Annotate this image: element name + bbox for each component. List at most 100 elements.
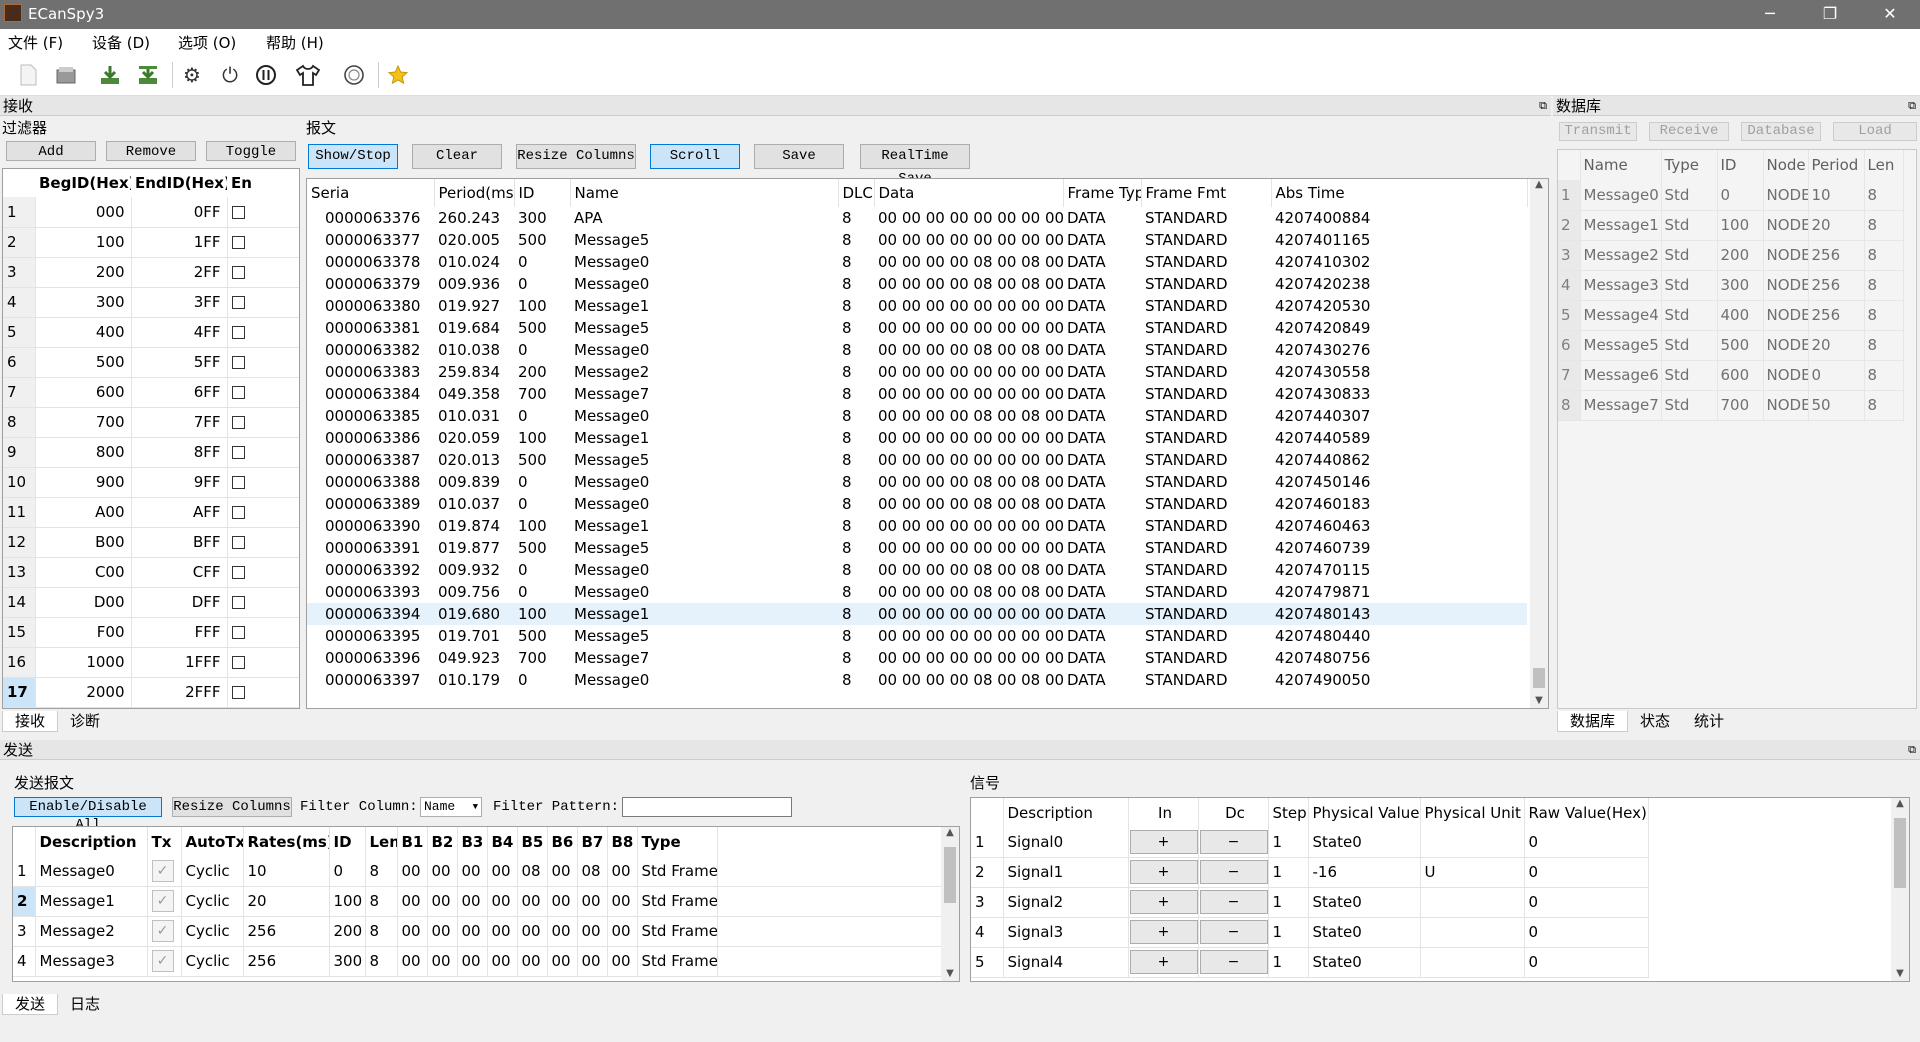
message-row[interactable]: 0000063393 009.756 0 Message0 8 00 00 00 00 0… — [307, 581, 1527, 603]
database-row[interactable]: 8Message7Std700NODE7508 — [1558, 390, 1904, 421]
step-cell[interactable]: 1 — [1268, 917, 1309, 948]
id-cell[interactable]: 0 — [329, 856, 366, 887]
filter-toggle-button[interactable]: Toggle — [206, 141, 296, 161]
menu-file[interactable]: 文件 (F) — [8, 32, 63, 53]
column-header[interactable]: Name — [570, 179, 839, 207]
enable-checkbox[interactable] — [231, 566, 245, 579]
clear-button[interactable]: Clear — [412, 144, 502, 169]
end-id-cell[interactable]: 5FF — [131, 347, 228, 378]
begin-id-cell[interactable]: 200 — [35, 257, 132, 288]
enable-checkbox[interactable] — [231, 686, 245, 699]
column-header[interactable]: Description — [35, 827, 148, 856]
end-id-cell[interactable]: CFF — [131, 557, 228, 588]
pin-icon[interactable]: ⧉ — [1908, 96, 1916, 116]
autotx-cell[interactable]: Cyclic — [181, 886, 244, 917]
begin-id-cell[interactable]: A00 — [35, 497, 132, 528]
scroll-down-icon[interactable]: ▼ — [941, 968, 959, 979]
b8-cell[interactable]: 00 — [607, 856, 638, 887]
end-id-cell[interactable]: BFF — [131, 527, 228, 558]
len-cell[interactable]: 8 — [365, 856, 398, 887]
send-scrollbar[interactable]: ▲ ▼ — [941, 827, 959, 981]
filter-add-button[interactable]: Add — [6, 141, 96, 161]
b7-cell[interactable]: 08 — [577, 856, 608, 887]
begin-id-cell[interactable]: 1000 — [35, 647, 132, 678]
begin-id-cell[interactable]: D00 — [35, 587, 132, 618]
autotx-cell[interactable]: Cyclic — [181, 946, 244, 977]
download-icon[interactable] — [96, 61, 124, 89]
column-header[interactable]: In — [1128, 798, 1199, 827]
step-cell[interactable]: 1 — [1268, 947, 1309, 978]
tx-check-icon[interactable]: ✓ — [151, 950, 174, 972]
decrement-button[interactable]: − — [1199, 829, 1267, 854]
autotx-cell[interactable]: Cyclic — [181, 916, 244, 947]
signal-scrollbar[interactable]: ▲ ▼ — [1891, 798, 1909, 981]
id-cell[interactable]: 200 — [329, 916, 366, 947]
column-header[interactable]: B8 — [607, 827, 638, 856]
column-header[interactable]: EndID(Hex) — [131, 169, 227, 197]
physical-unit-cell[interactable] — [1420, 947, 1525, 978]
b5-cell[interactable]: 08 — [517, 856, 548, 887]
filter-row[interactable]: 14 D00 DFF — [3, 587, 299, 618]
message-row[interactable]: 0000063376 260.243 300 APA 8 00 00 00 00 00 0… — [307, 207, 1527, 229]
tab-status[interactable]: 状态 — [1628, 711, 1682, 732]
menu-device[interactable]: 设备 (D) — [92, 32, 150, 53]
enable-checkbox[interactable] — [231, 416, 245, 429]
column-header[interactable]: Len — [1864, 150, 1904, 180]
end-id-cell[interactable]: 3FF — [131, 287, 228, 318]
database-row[interactable]: 7Message6Std600NODE608 — [1558, 360, 1904, 391]
send-row[interactable]: 1 Message0 ✓ Cyclic 10 0 8 00 00 00 00 08 00 08 00 Std … — [13, 856, 944, 887]
end-id-cell[interactable]: 2FFF — [131, 677, 228, 708]
message-row[interactable]: 0000063384 049.358 700 Message7 8 00 00 00 00… — [307, 383, 1527, 405]
pin-icon[interactable]: ⧉ — [1908, 740, 1916, 760]
decrement-button[interactable]: − — [1199, 890, 1267, 914]
filter-row[interactable]: 15 F00 FFF — [3, 617, 299, 648]
b3-cell[interactable]: 00 — [457, 916, 488, 947]
scroll-thumb[interactable] — [1894, 818, 1906, 888]
raw-value-cell[interactable]: 0 — [1524, 947, 1649, 978]
column-header[interactable]: B7 — [577, 827, 608, 856]
filter-row[interactable]: 11 A00 AFF — [3, 497, 299, 528]
b2-cell[interactable]: 00 — [427, 856, 458, 887]
len-cell[interactable]: 8 — [365, 946, 398, 977]
column-header[interactable]: Step — [1268, 798, 1309, 827]
column-header[interactable]: Frame Fmt — [1141, 179, 1272, 207]
column-header[interactable]: Description — [1003, 798, 1129, 827]
tx-check-icon[interactable]: ✓ — [151, 890, 174, 912]
description-cell[interactable]: Signal0 — [1003, 827, 1129, 858]
filter-row[interactable]: 16 1000 1FFF — [3, 647, 299, 678]
message-row[interactable]: 0000063382 010.038 0 Message0 8 00 00 00 00 0… — [307, 339, 1527, 361]
tab-send[interactable]: 发送 — [2, 994, 59, 1015]
begin-id-cell[interactable]: 800 — [35, 437, 132, 468]
b8-cell[interactable]: 00 — [607, 946, 638, 977]
end-id-cell[interactable]: 2FF — [131, 257, 228, 288]
column-header[interactable]: Rates(ms) — [243, 827, 330, 856]
message-row[interactable]: 0000063388 009.839 0 Message0 8 00 00 00 00 0… — [307, 471, 1527, 493]
begin-id-cell[interactable]: 900 — [35, 467, 132, 498]
b6-cell[interactable]: 00 — [547, 916, 578, 947]
raw-value-cell[interactable]: 0 — [1524, 917, 1649, 948]
column-header[interactable]: Len — [365, 827, 398, 856]
enable-checkbox[interactable] — [231, 626, 245, 639]
enable-checkbox[interactable] — [231, 326, 245, 339]
circle-refresh-icon[interactable] — [340, 61, 368, 89]
description-cell[interactable]: Signal4 — [1003, 947, 1129, 978]
message-row[interactable]: 0000063394 019.680 100 Message1 8 00 00 00 00… — [307, 603, 1527, 625]
rate-cell[interactable]: 256 — [243, 946, 330, 977]
begin-id-cell[interactable]: 300 — [35, 287, 132, 318]
menu-options[interactable]: 选项 (O) — [178, 32, 236, 53]
filter-row[interactable]: 4 300 3FF — [3, 287, 299, 318]
column-header[interactable]: B6 — [547, 827, 578, 856]
column-header[interactable]: Name — [1580, 150, 1662, 180]
message-row[interactable]: 0000063391 019.877 500 Message5 8 00 00 00 00… — [307, 537, 1527, 559]
column-header[interactable]: Dc — [1198, 798, 1269, 827]
filter-row[interactable]: 7 600 6FF — [3, 377, 299, 408]
b1-cell[interactable]: 00 — [397, 916, 428, 947]
end-id-cell[interactable]: 7FF — [131, 407, 228, 438]
b6-cell[interactable]: 00 — [547, 886, 578, 917]
message-row[interactable]: 0000063387 020.013 500 Message5 8 00 00 00 00… — [307, 449, 1527, 471]
column-header[interactable]: ID — [1717, 150, 1764, 180]
column-header[interactable]: Abs Time — [1271, 179, 1528, 207]
tab-receive[interactable]: 接收 — [2, 711, 59, 732]
signal-row[interactable]: 5 Signal4 + −1 State0 0 — [971, 947, 1649, 978]
load-dbc-button[interactable]: Load DBC... — [1833, 122, 1917, 141]
